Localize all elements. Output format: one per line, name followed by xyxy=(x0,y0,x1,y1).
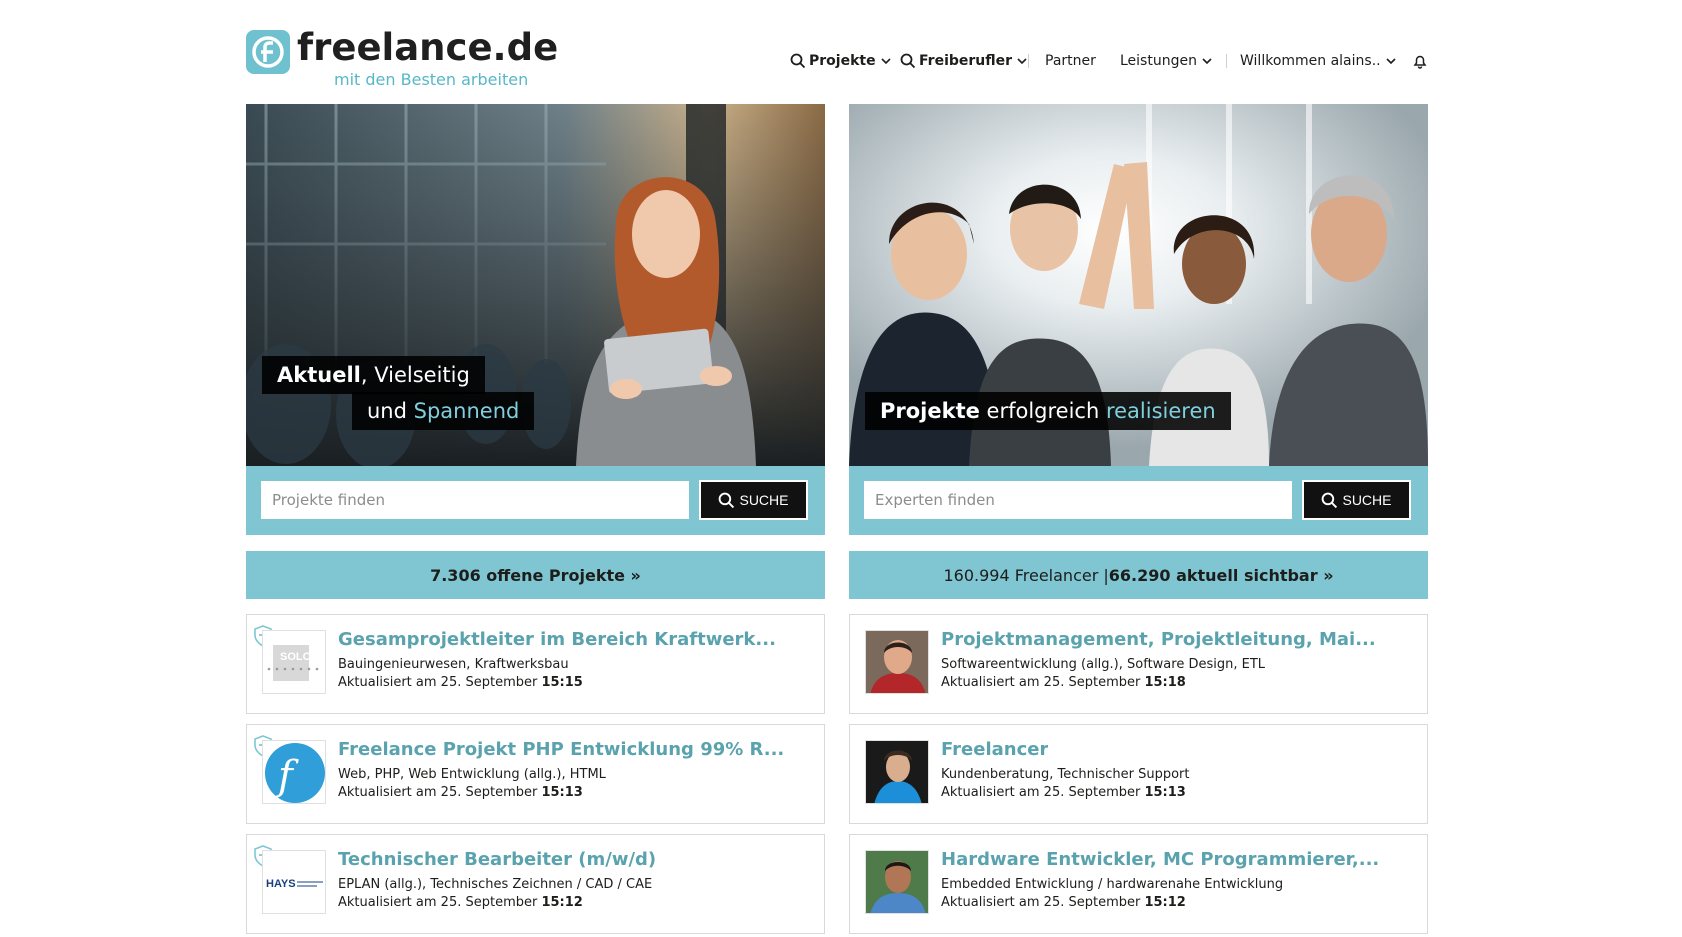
freelancer-card[interactable]: Hardware Entwickler, MC Programmierer,..… xyxy=(849,834,1428,934)
caption-bold: Projekte xyxy=(880,399,980,423)
project-updated: Aktualisiert am 25. September 15:15 xyxy=(338,675,583,690)
caption-text: und xyxy=(367,399,414,423)
nav-freiberufler-label: Freiberufler xyxy=(919,53,1013,69)
company-logo-freelance: f xyxy=(262,740,326,804)
freelancer-card[interactable]: Freelancer Kundenberatung, Technischer S… xyxy=(849,724,1428,824)
nav-divider xyxy=(1226,54,1227,68)
freelancers-link[interactable]: 160.994 Freelancer | 66.290 aktuell sich… xyxy=(849,551,1428,599)
nav-user-menu[interactable]: Willkommen alains.. xyxy=(1240,50,1397,72)
project-title[interactable]: Technischer Bearbeiter (m/w/d) xyxy=(338,849,656,870)
project-updated: Aktualisiert am 25. September 15:12 xyxy=(338,895,583,910)
expert-search-bar: SUCHE xyxy=(849,466,1428,535)
hero-caption-line1: Aktuell, Vielseitig xyxy=(262,356,485,394)
expert-search-hero: Projekte erfolgreich realisieren SUCHE xyxy=(849,104,1428,535)
logo-text: HAYS xyxy=(266,878,296,890)
open-projects-label: 7.306 offene Projekte » xyxy=(430,565,641,585)
search-button-label: SUCHE xyxy=(1342,492,1392,508)
nav-partner[interactable]: Partner xyxy=(1045,50,1096,72)
search-icon xyxy=(1322,492,1338,508)
nav-projekte-label: Projekte xyxy=(809,53,876,69)
caption-bold: Aktuell xyxy=(277,363,361,387)
project-search-hero: Aktuell, Vielseitig und Spannend SUCHE xyxy=(246,104,825,535)
logo[interactable]: freelance.de mit den Besten arbeiten xyxy=(246,26,558,90)
project-search-input[interactable] xyxy=(261,481,689,519)
nav-divider xyxy=(1028,54,1029,68)
freelancer-avatar xyxy=(865,740,929,804)
freelancers-count: 160.994 Freelancer | xyxy=(943,565,1109,585)
freelancer-skills: Kundenberatung, Technischer Support xyxy=(941,767,1190,782)
freelancer-title[interactable]: Hardware Entwickler, MC Programmierer,..… xyxy=(941,849,1379,870)
nav-user-label: Willkommen alains.. xyxy=(1240,53,1381,69)
freelancer-avatar xyxy=(865,630,929,694)
project-card[interactable]: SOLCOM Gesamprojektleiter im Bereich Kra… xyxy=(246,614,825,714)
logo-name: freelance.de xyxy=(297,26,559,69)
freelancer-avatar xyxy=(865,850,929,914)
expert-search-input[interactable] xyxy=(864,481,1292,519)
open-projects-link[interactable]: 7.306 offene Projekte » xyxy=(246,551,825,599)
company-logo-solcom: SOLCOM xyxy=(262,630,326,694)
nav-leistungen-label: Leistungen xyxy=(1120,53,1197,69)
logo-mark-icon xyxy=(246,30,290,74)
project-search-bar: SUCHE xyxy=(246,466,825,535)
caption-text: , Vielseitig xyxy=(360,363,470,387)
freelancer-card[interactable]: Projektmanagement, Projektleitung, Mai..… xyxy=(849,614,1428,714)
nav-leistungen[interactable]: Leistungen xyxy=(1120,50,1213,72)
logo-text: SOLCOM xyxy=(280,651,326,663)
project-tags: Bauingenieurwesen, Kraftwerksbau xyxy=(338,657,569,672)
search-button-label: SUCHE xyxy=(739,492,789,508)
freelancer-title[interactable]: Freelancer xyxy=(941,739,1048,760)
freelancers-visible-count: 66.290 aktuell sichtbar » xyxy=(1108,565,1334,585)
project-card[interactable]: f Freelance Projekt PHP Entwicklung 99% … xyxy=(246,724,825,824)
company-logo-hays: HAYS xyxy=(262,850,326,914)
freelancer-updated: Aktualisiert am 25. September 15:13 xyxy=(941,785,1186,800)
freelancer-updated: Aktualisiert am 25. September 15:18 xyxy=(941,675,1186,690)
caption-accent: Spannend xyxy=(413,399,520,423)
nav-freiberufler[interactable]: Freiberufler xyxy=(900,50,1028,72)
project-title[interactable]: Freelance Projekt PHP Entwicklung 99% R.… xyxy=(338,739,784,760)
project-search-button[interactable]: SUCHE xyxy=(699,480,808,520)
freelancer-skills: Embedded Entwicklung / hardwarenahe Entw… xyxy=(941,877,1284,892)
project-card[interactable]: HAYS Technischer Bearbeiter (m/w/d) EPLA… xyxy=(246,834,825,934)
hero-image-woman-tablet xyxy=(246,104,825,466)
bell-icon xyxy=(1413,55,1427,69)
freelancer-title[interactable]: Projektmanagement, Projektleitung, Mai..… xyxy=(941,629,1376,650)
search-icon xyxy=(900,53,916,69)
caption-accent: realisieren xyxy=(1105,399,1216,423)
chevron-down-icon xyxy=(881,58,891,65)
project-tags: EPLAN (allg.), Technisches Zeichnen / CA… xyxy=(338,877,653,892)
hero-caption: Projekte erfolgreich realisieren xyxy=(865,392,1231,430)
nav-projekte[interactable]: Projekte xyxy=(790,50,892,72)
freelancer-updated: Aktualisiert am 25. September 15:12 xyxy=(941,895,1186,910)
notifications-button[interactable] xyxy=(1412,50,1428,72)
search-icon xyxy=(790,53,806,69)
caption-text: erfolgreich xyxy=(979,399,1106,423)
chevron-down-icon xyxy=(1386,58,1396,65)
chevron-down-icon xyxy=(1017,58,1027,65)
chevron-down-icon xyxy=(1202,58,1212,65)
expert-search-button[interactable]: SUCHE xyxy=(1302,480,1411,520)
search-icon xyxy=(719,492,735,508)
nav-partner-label: Partner xyxy=(1045,53,1096,69)
project-updated: Aktualisiert am 25. September 15:13 xyxy=(338,785,583,800)
logo-tagline: mit den Besten arbeiten xyxy=(334,70,529,89)
freelancer-skills: Softwareentwicklung (allg.), Software De… xyxy=(941,657,1266,672)
project-title[interactable]: Gesamprojektleiter im Bereich Kraftwerk.… xyxy=(338,629,776,650)
hero-caption-line2: und Spannend xyxy=(352,392,535,430)
project-tags: Web, PHP, Web Entwicklung (allg.), HTML xyxy=(338,767,606,782)
